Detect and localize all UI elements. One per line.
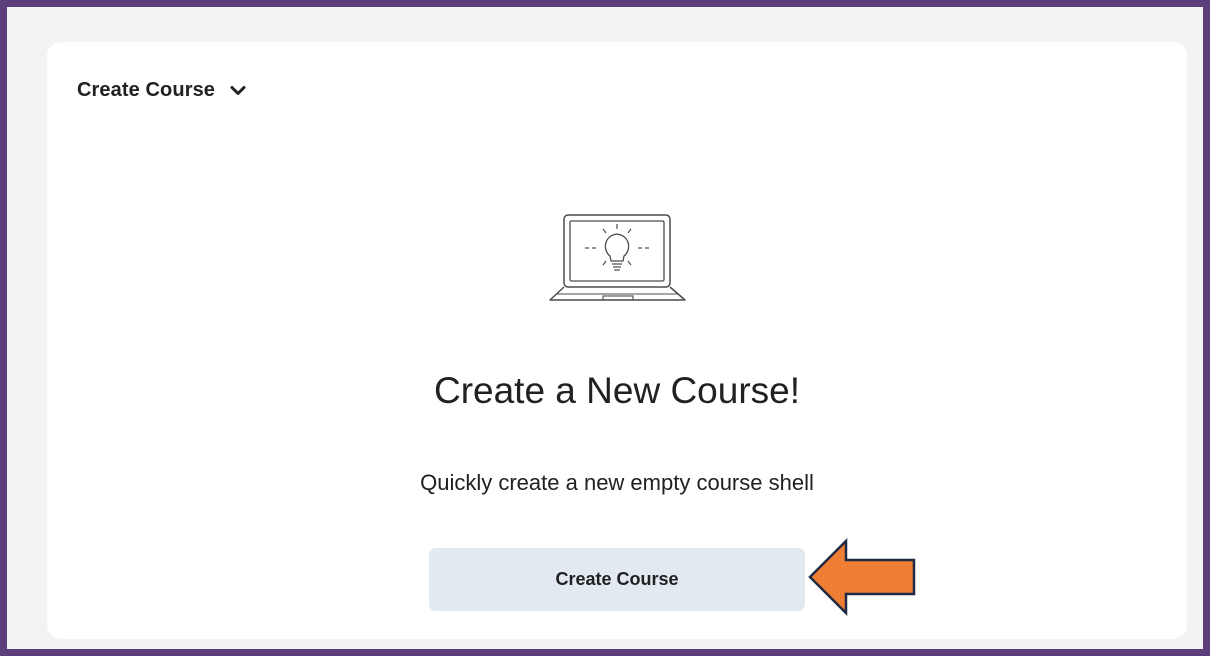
- page-heading: Create a New Course!: [433, 370, 801, 411]
- laptop-lightbulb-icon: [549, 214, 686, 301]
- description-text: Quickly create a new empty course shell: [420, 470, 814, 495]
- screenshot-frame: Create Course Create a New Course! Quick…: [0, 0, 1210, 656]
- arrow-left-icon: [808, 538, 916, 616]
- create-course-button[interactable]: Create Course: [429, 548, 805, 611]
- widget-title: Create Course: [77, 79, 216, 101]
- widget-header-dropdown[interactable]: Create Course: [77, 79, 246, 102]
- create-course-widget: Create Course Create a New Course! Quick…: [47, 42, 1187, 639]
- chevron-down-icon: [230, 85, 246, 95]
